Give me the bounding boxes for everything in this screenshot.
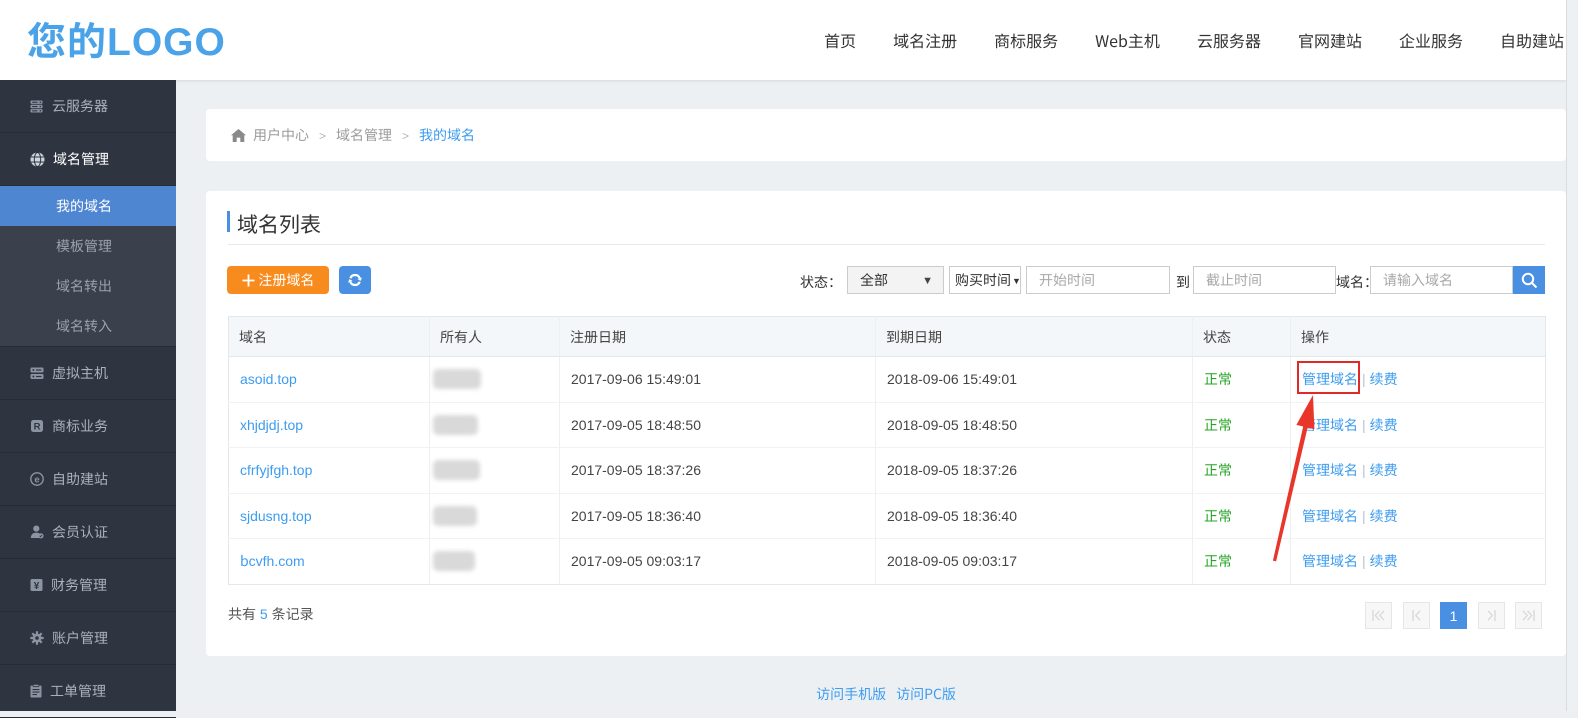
svg-text:e: e	[34, 474, 39, 485]
svg-text:R: R	[34, 422, 41, 433]
svg-text:¥: ¥	[34, 578, 40, 592]
